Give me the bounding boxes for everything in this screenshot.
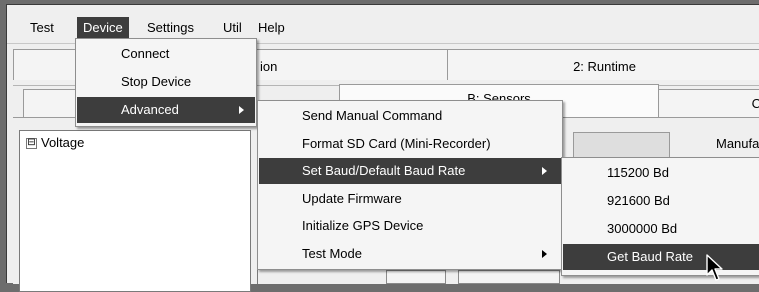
menu-item-send-manual-command[interactable]: Send Manual Command (259, 103, 561, 129)
menu-item-stop-device[interactable]: Stop Device (77, 69, 255, 95)
menu-item-baud-115200[interactable]: 115200 Bd (563, 160, 759, 186)
tab-c-partial[interactable]: C (658, 89, 759, 120)
submenu-arrow-icon (542, 167, 547, 175)
menu-item-set-baud-rate-label: Set Baud/Default Baud Rate (302, 163, 466, 178)
menu-item-test-mode[interactable]: Test Mode (259, 241, 561, 267)
menu-item-baud-3000000-label: 3000000 Bd (607, 221, 678, 236)
menu-item-baud-921600-label: 921600 Bd (607, 193, 670, 208)
menu-item-stop-device-label: Stop Device (121, 74, 192, 89)
gray-field (573, 132, 670, 158)
submenu-arrow-icon (542, 250, 547, 258)
menu-item-baud-921600[interactable]: 921600 Bd (563, 188, 759, 214)
baud-rate-submenu: 115200 Bd 921600 Bd 3000000 Bd Get Baud … (561, 157, 759, 276)
menu-item-connect[interactable]: Connect (77, 41, 255, 67)
collapse-icon[interactable]: ⊟ (26, 138, 37, 150)
menu-item-test-mode-label: Test Mode (302, 246, 362, 261)
menu-item-get-baud-rate[interactable]: Get Baud Rate (563, 244, 759, 270)
menu-item-format-sd-card[interactable]: Format SD Card (Mini-Recorder) (259, 131, 561, 157)
tab-runtime[interactable]: 2: Runtime (447, 49, 759, 80)
menu-item-baud-3000000[interactable]: 3000000 Bd (563, 216, 759, 242)
menu-test[interactable]: Test (24, 17, 60, 39)
submenu-arrow-icon (239, 106, 244, 114)
mouse-cursor-icon (706, 254, 723, 281)
menu-item-set-baud-rate[interactable]: Set Baud/Default Baud Rate (259, 158, 561, 184)
menu-settings[interactable]: Settings (141, 17, 200, 39)
menu-item-update-firmware[interactable]: Update Firmware (259, 186, 561, 212)
tab-c-partial-label: C (751, 96, 759, 111)
tree-node-voltage[interactable]: ⊟ Voltage (26, 135, 84, 150)
menu-help[interactable]: Help (252, 17, 291, 39)
menu-item-get-baud-rate-label: Get Baud Rate (607, 249, 693, 264)
menu-item-advanced-label: Advanced (121, 102, 179, 117)
menu-util[interactable]: Util (217, 17, 248, 39)
advanced-submenu: Send Manual Command Format SD Card (Mini… (257, 100, 563, 270)
app-root: Test Device Settings Util Help ion 2: Ru… (0, 0, 759, 292)
tab-runtime-label: 2: Runtime (573, 59, 636, 74)
tab-main-partial-label: ion (260, 59, 278, 74)
sensor-tree: ⊟ Voltage (19, 130, 251, 292)
menu-item-baud-115200-label: 115200 Bd (607, 165, 669, 180)
tree-node-label: Voltage (41, 135, 85, 150)
menu-item-update-firmware-label: Update Firmware (302, 191, 402, 206)
menu-item-connect-label: Connect (121, 46, 170, 61)
menu-item-initialize-gps[interactable]: Initialize GPS Device (259, 213, 561, 239)
menu-item-advanced[interactable]: Advanced (77, 97, 255, 123)
menu-item-format-sd-card-label: Format SD Card (Mini-Recorder) (302, 136, 491, 151)
manufacturer-label: Manufa (716, 136, 759, 151)
menu-item-send-manual-command-label: Send Manual Command (302, 108, 443, 123)
device-menu: Connect Stop Device Advanced (75, 38, 257, 127)
menu-item-initialize-gps-label: Initialize GPS Device (302, 218, 424, 233)
menu-device[interactable]: Device (77, 17, 129, 39)
